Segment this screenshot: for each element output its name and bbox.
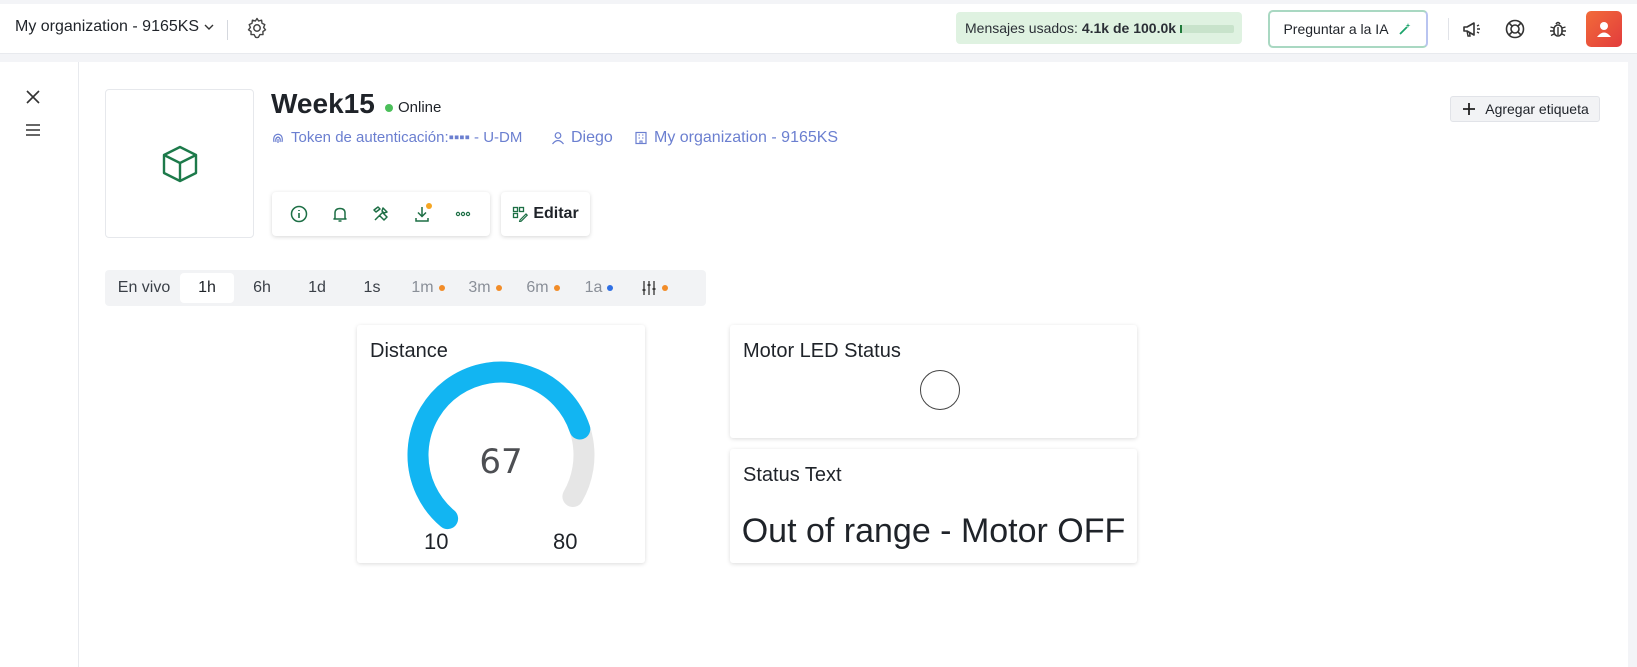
tab-label: 1h xyxy=(198,279,216,296)
top-bar: My organization - 9165KS Mensajes usados… xyxy=(0,4,1637,54)
user-icon xyxy=(552,132,564,145)
status-label: Online xyxy=(398,99,442,116)
add-tag-button[interactable]: Agregar etiqueta xyxy=(1450,96,1600,122)
ask-ai-label: Preguntar a la IA xyxy=(1283,21,1389,37)
notifications-button[interactable] xyxy=(327,201,353,227)
messages-label: Mensajes usados: xyxy=(965,20,1078,36)
divider xyxy=(227,20,228,40)
online-dot xyxy=(385,103,393,112)
widget-title: Status Text xyxy=(743,464,842,486)
device-thumbnail xyxy=(105,89,254,238)
edit-button[interactable]: Editar xyxy=(501,192,590,236)
more-button[interactable] xyxy=(450,201,476,227)
tab-label: 1m xyxy=(411,279,434,296)
tab-1m[interactable]: 1m xyxy=(400,273,456,303)
ask-ai-button[interactable]: Preguntar a la IA xyxy=(1268,10,1428,48)
status-text-value: Out of range - Motor OFF xyxy=(741,512,1126,550)
fingerprint-icon xyxy=(273,133,283,143)
info-icon xyxy=(290,205,307,223)
motor-led-widget[interactable]: Motor LED Status xyxy=(730,325,1137,438)
messages-progress-bar xyxy=(1180,25,1234,33)
tab-label: 1a xyxy=(584,279,603,296)
upgrade-dot xyxy=(607,285,614,291)
widget-title: Motor LED Status xyxy=(743,340,901,362)
megaphone-icon[interactable] xyxy=(1461,18,1483,40)
tab-label: 3m xyxy=(468,279,491,296)
tab-6m[interactable]: 6m xyxy=(514,273,572,303)
tab-label: 1d xyxy=(308,279,326,296)
tab-live[interactable]: En vivo xyxy=(108,273,180,303)
edit-label: Editar xyxy=(533,205,579,222)
owner-name: Diego xyxy=(571,129,613,146)
plus-icon xyxy=(1463,103,1476,115)
tab-label: 6h xyxy=(253,279,271,296)
tab-1h[interactable]: 1h xyxy=(180,273,234,303)
bell-icon xyxy=(333,207,347,222)
tools-button[interactable] xyxy=(368,201,394,227)
tab-custom-range[interactable] xyxy=(626,273,682,303)
organization-name: My organization - 9165KS xyxy=(654,129,839,146)
help-buoy-icon[interactable] xyxy=(1504,18,1526,40)
status-badge: Online xyxy=(385,99,441,116)
messages-usage: Mensajes usados: 4.1k de 100.0k xyxy=(956,12,1242,44)
more-icon xyxy=(456,211,471,217)
update-badge xyxy=(426,203,433,209)
device-organization[interactable]: My organization - 9165KS xyxy=(634,129,838,147)
tab-1a[interactable]: 1a xyxy=(572,273,626,303)
upgrade-dot xyxy=(553,285,560,291)
auth-token-value: ▪▪▪▪ - U-DM xyxy=(448,129,523,146)
edit-dashboard-icon xyxy=(513,206,529,222)
organization-switcher[interactable]: My organization - 9165KS xyxy=(15,18,215,36)
download-button[interactable] xyxy=(409,201,435,227)
menu-icon[interactable] xyxy=(25,123,41,137)
distance-widget[interactable]: Distance 67 10 80 xyxy=(357,325,645,563)
messages-value: 4.1k de 100.0k xyxy=(1081,20,1177,36)
gear-icon[interactable] xyxy=(245,16,269,40)
device-owner[interactable]: Diego xyxy=(551,129,613,147)
tab-label: 1s xyxy=(363,279,381,296)
info-button[interactable] xyxy=(286,201,312,227)
upgrade-dot xyxy=(438,285,445,291)
gauge-max: 80 xyxy=(553,529,578,554)
tab-label: En vivo xyxy=(117,279,171,296)
gauge-min: 10 xyxy=(424,529,449,554)
chevron-down-icon xyxy=(204,24,214,30)
led-indicator xyxy=(920,370,960,410)
auth-token-label: Token de autenticación: xyxy=(291,129,449,146)
organization-name: My organization - 9165KS xyxy=(15,18,200,35)
gauge-value: 67 xyxy=(479,442,523,482)
user-icon xyxy=(1597,22,1611,37)
user-avatar[interactable] xyxy=(1586,11,1622,47)
time-range-tabs: En vivo 1h 6h 1d 1s 1m 3m 6m 1a xyxy=(105,270,706,306)
divider xyxy=(1448,18,1449,40)
building-icon xyxy=(635,131,647,145)
device-page: Week15 Online Token de autenticación: ▪▪▪… xyxy=(79,62,1628,667)
auth-token[interactable]: Token de autenticación: ▪▪▪▪ - U-DM xyxy=(271,129,522,146)
bug-icon[interactable] xyxy=(1547,18,1569,40)
add-tag-label: Agregar etiqueta xyxy=(1485,101,1589,117)
sidebar xyxy=(0,62,79,667)
status-text-widget[interactable]: Status Text Out of range - Motor OFF xyxy=(730,449,1137,563)
upgrade-dot xyxy=(495,285,502,291)
device-toolbar xyxy=(272,192,490,236)
magic-wand-icon xyxy=(1398,23,1411,35)
tab-3m[interactable]: 3m xyxy=(456,273,514,303)
sliders-icon xyxy=(642,281,655,295)
tab-1s[interactable]: 1s xyxy=(344,273,400,303)
device-title: Week15 xyxy=(271,88,375,119)
close-icon[interactable] xyxy=(25,89,41,105)
tab-label: 6m xyxy=(526,279,549,296)
upgrade-dot xyxy=(661,285,668,291)
tab-6h[interactable]: 6h xyxy=(234,273,290,303)
cube-icon xyxy=(162,145,197,182)
tools-icon xyxy=(373,206,388,221)
tab-1d[interactable]: 1d xyxy=(290,273,344,303)
